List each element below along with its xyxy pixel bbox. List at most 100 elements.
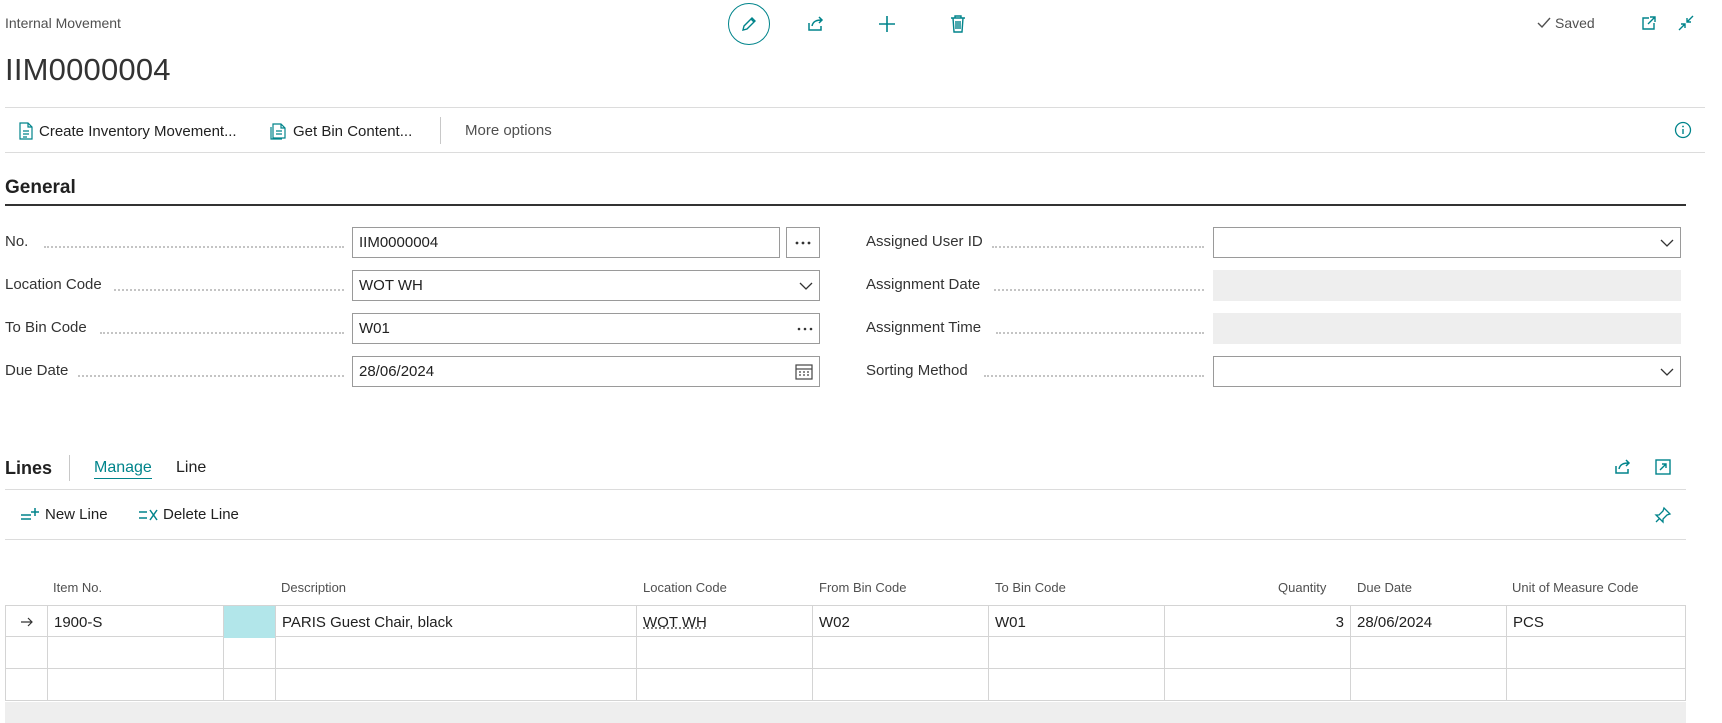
cell-from-bin-code[interactable]: W02 xyxy=(812,606,988,638)
cell-item-no[interactable] xyxy=(47,637,223,669)
cell-location-code[interactable] xyxy=(636,637,812,669)
location-code-select[interactable]: WOT WH xyxy=(352,270,820,301)
lines-section-title[interactable]: Lines xyxy=(5,458,52,479)
action-bar-top-border xyxy=(5,107,1705,108)
open-new-window-icon xyxy=(1640,14,1658,32)
cell-unit-of-measure-code[interactable]: PCS xyxy=(1506,606,1686,638)
cell-description[interactable]: PARIS Guest Chair, black xyxy=(275,606,636,638)
cell-quantity[interactable]: 3 xyxy=(1164,606,1350,638)
cell-to-bin-code[interactable] xyxy=(988,669,1164,701)
cell-quantity[interactable] xyxy=(1164,669,1350,701)
no-field[interactable]: IIM0000004 xyxy=(352,227,780,258)
open-new-window-button[interactable] xyxy=(1638,12,1660,34)
column-header-item-no[interactable]: Item No. xyxy=(53,580,102,595)
sorting-method-leader xyxy=(984,375,1204,377)
cell-description[interactable] xyxy=(275,637,636,669)
tab-manage[interactable]: Manage xyxy=(94,459,152,479)
to-bin-code-leader xyxy=(100,332,344,334)
sorting-method-select[interactable] xyxy=(1213,356,1681,387)
lines-expand-button[interactable] xyxy=(1652,456,1674,478)
lines-share-button[interactable] xyxy=(1612,456,1634,478)
due-date-field[interactable]: 28/06/2024 xyxy=(352,356,820,387)
assigned-user-id-select[interactable] xyxy=(1213,227,1681,258)
share-button[interactable] xyxy=(805,13,827,35)
table-row[interactable] xyxy=(5,669,1686,701)
expand-icon xyxy=(1654,458,1672,476)
ellipsis-icon[interactable] xyxy=(797,327,813,331)
to-bin-code-field[interactable]: W01 xyxy=(352,313,820,344)
row-selector[interactable] xyxy=(5,606,47,638)
column-header-due-date[interactable]: Due Date xyxy=(1357,580,1412,595)
cell-to-bin-code[interactable] xyxy=(988,637,1164,669)
get-bin-content-label: Get Bin Content... xyxy=(293,122,413,140)
calendar-icon[interactable] xyxy=(795,363,813,380)
general-section-title[interactable]: General xyxy=(5,177,76,199)
more-options-button[interactable]: More options xyxy=(465,122,552,139)
no-label: No. xyxy=(5,233,29,250)
cell-unit-of-measure-code[interactable] xyxy=(1506,637,1686,669)
cell-location-code[interactable]: WOT WH xyxy=(636,606,812,638)
cell-description[interactable] xyxy=(275,669,636,701)
delete-line-label: Delete Line xyxy=(163,506,239,523)
tab-line[interactable]: Line xyxy=(176,459,206,477)
column-header-to-bin-code[interactable]: To Bin Code xyxy=(995,580,1066,595)
cell-due-date[interactable] xyxy=(1350,637,1506,669)
cell-variant[interactable] xyxy=(223,606,275,638)
lines-tabs-border xyxy=(5,489,1686,490)
column-header-unit-of-measure-code[interactable]: Unit of Measure Code xyxy=(1512,580,1638,595)
cell-due-date[interactable] xyxy=(1350,669,1506,701)
table-row[interactable] xyxy=(5,637,1686,669)
assignment-date-leader xyxy=(994,289,1204,291)
cell-due-date[interactable]: 28/06/2024 xyxy=(1350,606,1506,638)
general-section-rule xyxy=(5,204,1686,206)
new-button[interactable] xyxy=(876,13,898,35)
new-line-label: New Line xyxy=(45,506,108,523)
cell-item-no[interactable] xyxy=(47,669,223,701)
delete-button[interactable] xyxy=(947,13,969,35)
assignment-date-label: Assignment Date xyxy=(866,276,981,293)
get-bin-content-button[interactable]: Get Bin Content... xyxy=(270,122,412,140)
assignment-time-label: Assignment Time xyxy=(866,319,982,336)
cell-variant[interactable] xyxy=(223,669,275,701)
row-arrow-icon xyxy=(20,617,34,627)
column-header-quantity[interactable]: Quantity xyxy=(1278,580,1326,595)
column-header-description[interactable]: Description xyxy=(281,580,346,595)
assignment-time-leader xyxy=(996,332,1204,334)
new-line-icon xyxy=(20,507,40,523)
cell-from-bin-code[interactable] xyxy=(812,637,988,669)
new-line-button[interactable]: New Line xyxy=(20,506,108,523)
chevron-down-icon xyxy=(1660,368,1674,376)
delete-line-button[interactable]: Delete Line xyxy=(138,506,239,523)
row-selector[interactable] xyxy=(5,669,47,701)
assignment-time-field xyxy=(1213,313,1681,344)
cell-from-bin-code[interactable] xyxy=(812,669,988,701)
cell-to-bin-code[interactable]: W01 xyxy=(988,606,1164,638)
cell-unit-of-measure-code[interactable] xyxy=(1506,669,1686,701)
cell-item-no[interactable]: 1900-S xyxy=(47,606,223,638)
chevron-down-icon xyxy=(799,282,813,290)
pin-button[interactable] xyxy=(1652,504,1674,526)
create-inventory-movement-button[interactable]: Create Inventory Movement... xyxy=(18,122,237,140)
column-header-from-bin-code[interactable]: From Bin Code xyxy=(819,580,906,595)
saved-label: Saved xyxy=(1555,15,1595,31)
assigned-user-id-label: Assigned User ID xyxy=(866,233,983,250)
location-code-label: Location Code xyxy=(5,276,102,293)
share-icon xyxy=(806,14,826,34)
cell-quantity[interactable] xyxy=(1164,637,1350,669)
edit-button[interactable] xyxy=(728,3,770,45)
column-header-location-code[interactable]: Location Code xyxy=(643,580,727,595)
ellipsis-icon xyxy=(795,241,811,245)
cell-variant[interactable] xyxy=(223,637,275,669)
collapse-button[interactable] xyxy=(1675,12,1697,34)
info-button[interactable] xyxy=(1672,119,1694,141)
no-value: IIM0000004 xyxy=(359,234,439,251)
table-row[interactable]: 1900-S PARIS Guest Chair, black WOT WH W… xyxy=(5,605,1686,638)
share-icon xyxy=(1613,457,1633,477)
saved-status: Saved xyxy=(1537,15,1595,31)
cell-location-code[interactable] xyxy=(636,669,812,701)
action-bar-bottom-border xyxy=(5,152,1705,153)
no-assist-button[interactable] xyxy=(786,227,820,258)
no-leader xyxy=(44,246,344,248)
row-selector[interactable] xyxy=(5,637,47,669)
grid-footer xyxy=(5,702,1686,723)
